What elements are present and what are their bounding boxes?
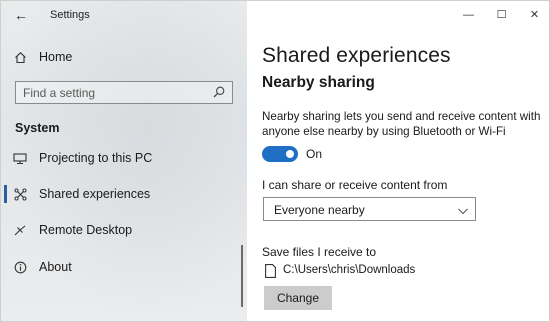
save-path: C:\Users\chris\Downloads (283, 264, 416, 276)
sidebar-item-about[interactable]: About (1, 255, 247, 279)
search-box[interactable] (15, 81, 233, 104)
dropdown-value: Everyone nearby (274, 203, 365, 217)
toggle-knob (286, 150, 294, 158)
remote-desktop-icon (13, 223, 27, 237)
page-title: Shared experiences (262, 44, 451, 67)
maximize-button[interactable]: ☐ (485, 7, 518, 23)
chevron-down-icon (457, 204, 469, 216)
info-icon (13, 260, 27, 274)
search-icon[interactable] (212, 85, 226, 99)
file-icon (265, 264, 276, 278)
sidebar-item-shared-experiences[interactable]: Shared experiences (1, 182, 247, 206)
shared-experiences-icon (13, 187, 27, 201)
sidebar-item-label: Shared experiences (39, 187, 151, 201)
title-bar: ← Settings (1, 1, 247, 29)
sidebar: ← Settings Home System Projecting to thi… (1, 1, 247, 321)
nearby-sharing-description: Nearby sharing lets you send and receive… (262, 110, 541, 138)
close-button[interactable]: ✕ (518, 7, 549, 23)
main-pane: — ☐ ✕ Shared experiences Nearby sharing … (247, 1, 549, 321)
toggle-state-label: On (306, 147, 323, 161)
nav-home[interactable]: Home (1, 45, 247, 69)
home-icon (13, 50, 27, 64)
search-input[interactable] (16, 82, 206, 103)
nav-home-label: Home (39, 50, 73, 64)
sidebar-item-label: About (39, 260, 72, 274)
section-heading: Nearby sharing (262, 74, 375, 91)
minimize-button[interactable]: — (452, 7, 485, 23)
nearby-sharing-toggle[interactable] (262, 146, 298, 162)
sidebar-item-remote-desktop[interactable]: Remote Desktop (1, 218, 247, 242)
share-from-label: I can share or receive content from (262, 178, 448, 192)
sidebar-scrollbar[interactable] (241, 245, 243, 307)
projector-icon (13, 151, 27, 165)
settings-window: ← Settings Home System Projecting to thi… (0, 0, 550, 322)
app-title: Settings (50, 9, 90, 21)
sidebar-item-projecting[interactable]: Projecting to this PC (1, 146, 247, 170)
change-button[interactable]: Change (264, 286, 332, 310)
share-from-dropdown[interactable]: Everyone nearby (263, 197, 476, 221)
save-files-label: Save files I receive to (262, 245, 377, 259)
back-button[interactable]: ← (11, 5, 31, 25)
sidebar-section-title: System (15, 121, 60, 135)
sidebar-item-label: Remote Desktop (39, 223, 133, 237)
sidebar-item-label: Projecting to this PC (39, 151, 153, 165)
window-controls: — ☐ ✕ (452, 7, 549, 23)
